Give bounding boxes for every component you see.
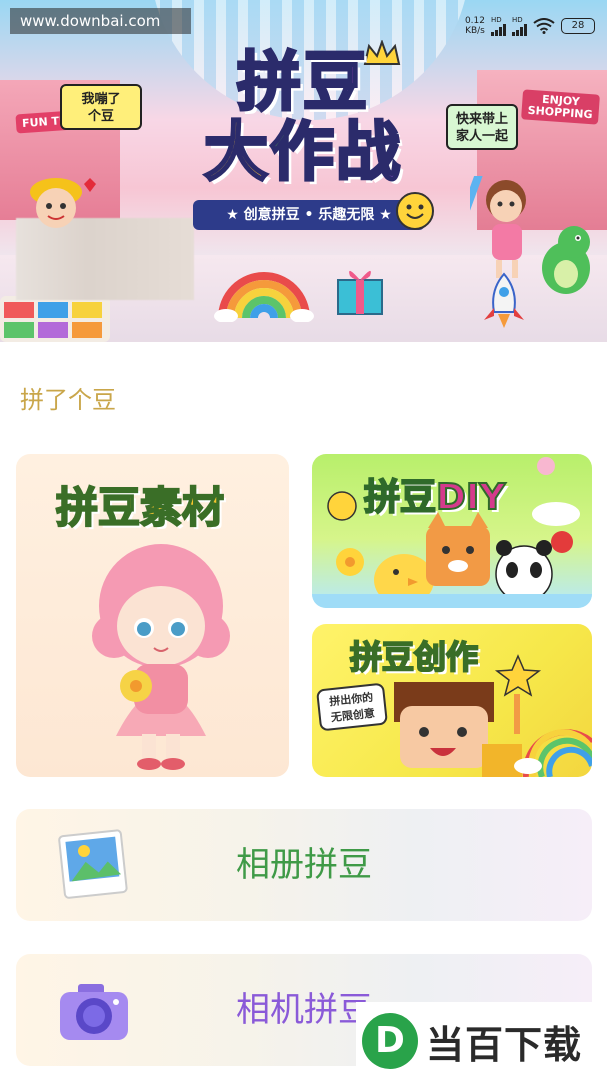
card-bead-materials[interactable]: 拼豆素材 [16,454,289,777]
knit-doll-image [92,544,230,770]
dinosaur-image [536,218,596,298]
card-bead-creation[interactable]: 拼豆创作 拼出你的 无限创意 [312,624,592,777]
battery-indicator: 28 [561,18,595,34]
album-bead-button[interactable]: 相册拼豆 [16,809,592,921]
speech-bubble-right: 快来带上 家人一起 [446,104,518,150]
logo-text: 当百下载 [426,1022,583,1067]
speech-bubble-left: 我嘣了 个豆 [60,84,142,130]
rainbow-image [214,262,314,323]
card-title: 拼豆素材 [55,482,225,533]
site-logo-watermark: D 当百下载 [356,1002,607,1080]
signal-1: HD [491,16,506,36]
site-watermark: www.downbai.com [10,8,191,34]
hero-ribbon: ★ 创意拼豆 • 乐趣无限 ★ [193,200,425,230]
pixel-animals-image [312,457,592,608]
hero-banner[interactable]: FUN TIME ENJOY SHOPPING 拼豆 大作战 ★ 创意拼豆 • … [0,0,607,342]
smiley-icon [396,192,434,230]
bead-tray-image [0,296,110,342]
rocket-image [474,270,534,330]
boy-doll-image [22,170,102,260]
pixel-boy-image [394,654,592,777]
section-title: 拼了个豆 [20,386,116,414]
network-speed: 0.12 KB/s [464,16,485,36]
logo-icon: D [362,1013,418,1069]
hero-title-line2: 大作战 [203,116,402,190]
card-bead-diy[interactable]: 拼豆DIY [312,454,592,608]
album-bead-label: 相册拼豆 [236,845,372,885]
status-bar: 0.12 KB/s HD HD 28 [465,14,595,38]
wifi-icon [533,18,555,34]
gift-box-image [332,262,388,318]
hero-title: 拼豆 大作战 ★ 创意拼豆 • 乐趣无限 ★ [183,40,425,248]
hero-title-line1: 拼豆 [236,46,369,120]
signal-2: HD [512,16,527,36]
enjoy-shopping-sign: ENJOY SHOPPING [521,89,600,125]
